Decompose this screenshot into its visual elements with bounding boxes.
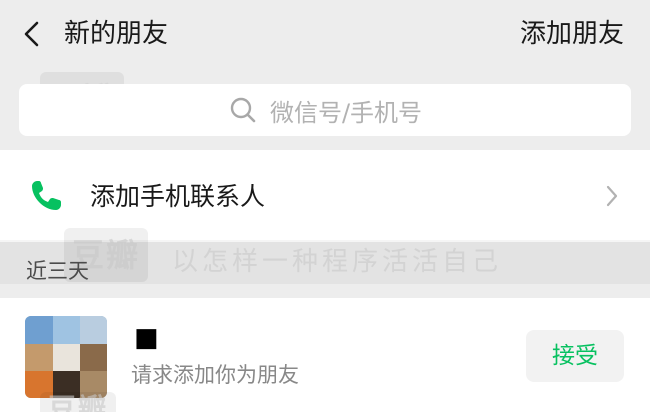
phone-icon	[32, 181, 61, 210]
section-header-recent: 近三天	[26, 259, 89, 283]
chevron-right-icon	[606, 185, 618, 207]
request-sender-name: ■	[134, 323, 159, 353]
navigation-bar: 新的朋友 添加朋友	[0, 0, 650, 68]
request-message: 请求添加你为朋友	[131, 363, 299, 387]
watermark-band	[0, 240, 650, 284]
search-input[interactable]: 微信号/手机号	[270, 93, 422, 128]
page-title: 新的朋友	[64, 19, 169, 49]
add-friend-button[interactable]: 添加朋友	[520, 17, 624, 51]
watermark-overlay-text: 以怎样一种程序活活自己	[172, 247, 503, 277]
add-phone-contacts-label: 添加手机联系人	[90, 182, 266, 211]
back-arrow-icon[interactable]	[20, 20, 46, 48]
search-bar[interactable]: 微信号/手机号	[19, 84, 631, 136]
avatar[interactable]	[25, 316, 107, 398]
search-icon	[230, 97, 256, 123]
accept-button[interactable]: 接受	[526, 330, 624, 382]
